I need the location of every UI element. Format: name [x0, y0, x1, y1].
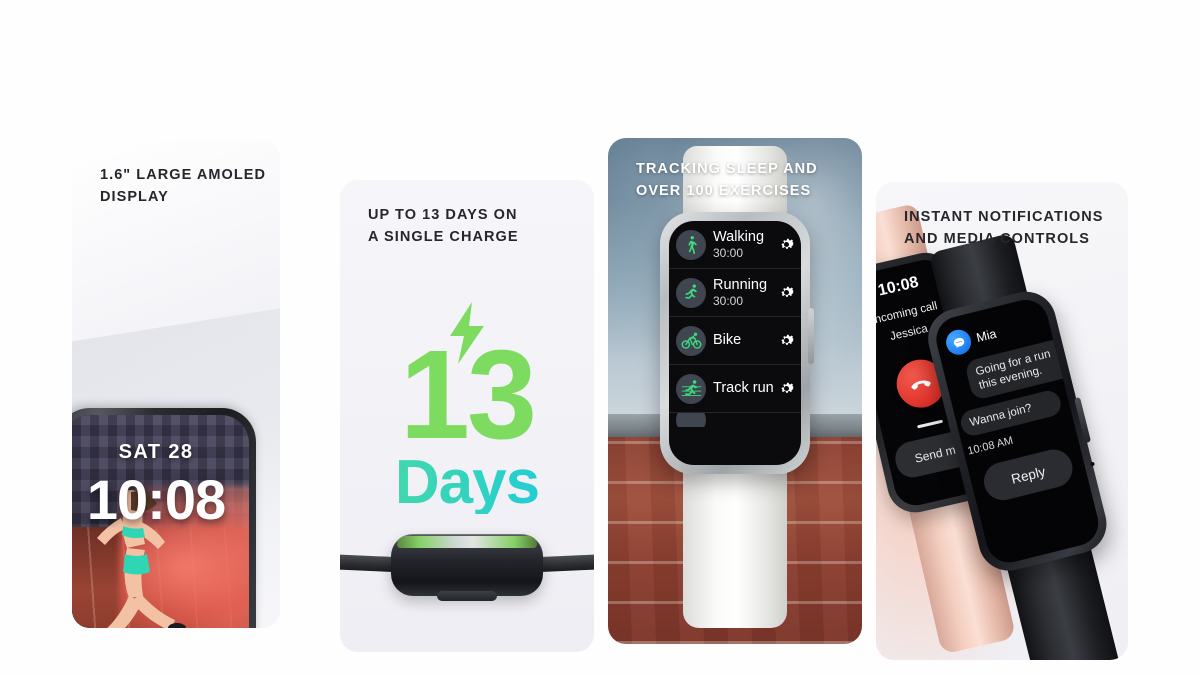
message-bubble: Wanna join?	[958, 388, 1064, 439]
message-sender: Mia	[974, 326, 998, 345]
list-item-text: Track run	[713, 380, 778, 396]
list-item[interactable]: Bike	[669, 317, 801, 365]
watch-face-time: 10:08	[86, 468, 226, 531]
bike-icon	[676, 325, 706, 356]
list-item-text: Walking 30:00	[713, 229, 778, 261]
card2-title: UP TO 13 DAYS ON A SINGLE CHARGE	[368, 207, 519, 246]
watch-device-front: SAT 28 10:08	[72, 408, 256, 628]
exercise-duration: 30:00	[713, 293, 744, 308]
card-battery-life: 13 Days UP TO 13 DAYS ON A SINGLE CHARGE	[340, 180, 594, 652]
list-item-partial[interactable]	[669, 413, 801, 427]
list-item[interactable]: Walking 30:00	[669, 221, 801, 269]
battery-days-unit: Days	[340, 452, 594, 514]
battery-days-number: 13	[399, 324, 537, 465]
watch-strap-bottom	[683, 466, 787, 628]
walking-icon	[676, 229, 706, 260]
reply-button[interactable]: Reply	[979, 445, 1077, 505]
card4-title: INSTANT NOTIFICATIONS AND MEDIA CONTROLS	[904, 209, 1104, 248]
card3-title: TRACKING SLEEP AND OVER 100 EXERCISES	[636, 161, 818, 200]
list-item-text: Running 30:00	[713, 277, 778, 309]
gear-icon[interactable]	[778, 284, 795, 301]
list-item-text: Bike	[713, 332, 778, 348]
phone-hangup-icon	[911, 380, 931, 390]
exercise-icon-partial	[676, 413, 706, 427]
track-run-icon	[676, 373, 706, 404]
gear-icon[interactable]	[778, 380, 795, 397]
watch-side-button[interactable]	[808, 308, 814, 364]
chat-bubble-icon	[943, 327, 974, 358]
list-item[interactable]: Running 30:00	[669, 269, 801, 317]
watch-sensor-plate	[437, 591, 497, 601]
drag-handle[interactable]	[917, 419, 944, 429]
exercise-name: Track run	[713, 380, 774, 397]
running-icon	[676, 277, 706, 308]
watch-glass-edge	[397, 536, 537, 548]
watch-screen-exercise-list: Walking 30:00 Running 30:00 Bike Track r…	[669, 221, 801, 465]
message-timestamp: 10:08 AM	[966, 434, 1015, 458]
exercise-duration: 30:00	[713, 245, 744, 260]
exercise-name: Walking	[713, 228, 765, 245]
exercise-name: Bike	[713, 332, 742, 349]
exercise-name: Running	[713, 276, 768, 293]
watch-face-date: SAT 28	[118, 441, 194, 463]
card1-title: 1.6" LARGE AMOLED DISPLAY	[100, 167, 266, 206]
card-tracking-exercises: Walking 30:00 Running 30:00 Bike Track r…	[608, 138, 862, 644]
card-notifications-media: 10:08 Incoming call Jessica Send mes Mia…	[876, 182, 1128, 660]
card-amoled-display: SAT 28 10:08 1.6" LARGE AMOLED DISPLAY	[72, 140, 280, 628]
feature-showcase: SAT 28 10:08 1.6" LARGE AMOLED DISPLAY 1…	[0, 0, 1200, 675]
gear-icon[interactable]	[778, 236, 795, 253]
list-item[interactable]: Track run	[669, 365, 801, 413]
watch-case: Walking 30:00 Running 30:00 Bike Track r…	[660, 212, 814, 474]
gear-icon[interactable]	[778, 332, 795, 349]
watch-body-side	[391, 534, 543, 601]
watch-screen: SAT 28 10:08	[72, 415, 249, 628]
message-header: Mia	[943, 321, 999, 358]
watch-device-side	[340, 520, 594, 616]
